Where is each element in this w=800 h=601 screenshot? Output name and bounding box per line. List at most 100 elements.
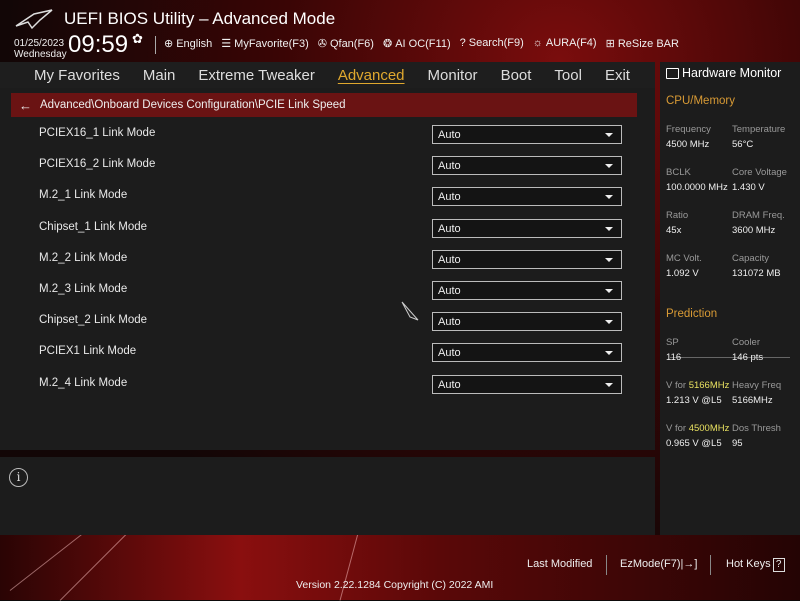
label: SP (666, 337, 679, 348)
tab-advanced[interactable]: Advanced (338, 67, 405, 84)
value: 5166MHz (732, 395, 773, 406)
dropdown-value: Auto (438, 285, 461, 297)
gear-icon[interactable]: ✿ (132, 31, 143, 47)
chevron-down-icon (605, 133, 613, 137)
label: Capacity (732, 253, 769, 264)
setting-label: M.2_1 Link Mode (39, 189, 128, 202)
hw-stat: Core Voltage 1.430 V (732, 165, 787, 195)
setting-dropdown[interactable]: Auto (432, 249, 622, 269)
toolbar: ⊕ English ☰ MyFavorite(F3) ✇ Qfan(F6) ❂ AI OC(F… (164, 37, 679, 50)
breadcrumb[interactable]: ← Advanced\Onboard Devices Configuration\… (11, 93, 637, 117)
settings-panel: ← Advanced\Onboard Devices Configuration\… (0, 88, 655, 450)
toolbar-item-myfavorite-f3-[interactable]: ☰ MyFavorite(F3) (221, 37, 308, 50)
value: 4500 MHz (666, 139, 710, 150)
toolbar-item-qfan-f6-[interactable]: ✇ Qfan(F6) (318, 37, 374, 50)
chevron-down-icon (605, 351, 613, 356)
dropdown-value: Auto (438, 129, 461, 141)
value: 56°C (732, 139, 754, 150)
setting-label: Chipset_1 Link Mode (39, 220, 148, 233)
help-icon: ? (772, 558, 785, 572)
label: Heavy Freq (732, 380, 782, 391)
pred-cooler: Cooler 146 pts (732, 335, 763, 365)
divider (606, 555, 607, 575)
toolbar-item-aura-f4-[interactable]: ☼ AURA(F4) (533, 37, 597, 50)
label: Dos Thresh (732, 423, 781, 434)
hw-title-text: Hardware Monitor (682, 66, 782, 80)
tab-tool[interactable]: Tool (554, 67, 582, 84)
toolbar-item-english[interactable]: ⊕ English (164, 37, 212, 50)
setting-dropdown[interactable]: Auto (432, 218, 622, 238)
tab-boot[interactable]: Boot (501, 67, 532, 84)
hw-stat: Capacity 131072 MB (732, 251, 781, 281)
chevron-down-icon (605, 257, 613, 262)
clock[interactable]: 09:59 (68, 31, 128, 59)
last-modified-button[interactable]: Last Modified (527, 558, 592, 570)
value: 95 (732, 438, 743, 449)
aura-icon: ☼ (532, 37, 543, 49)
dropdown-value: Auto (438, 347, 461, 360)
pred-v1: V for 5166MHz 1.213 V @L5 (666, 378, 729, 408)
setting-row: M.2_1 Link Mode Auto (39, 187, 629, 207)
toolbar-label: Qfan(F6) (329, 38, 374, 50)
hw-stat: DRAM Freq. 3600 MHz (732, 208, 785, 238)
toolbar-item-search-f9-[interactable]: ? Search(F9) (460, 37, 524, 50)
setting-dropdown[interactable]: Auto (432, 156, 622, 176)
dropdown-value: Auto (438, 253, 461, 266)
dropdown-value: Auto (438, 378, 461, 391)
setting-dropdown[interactable]: Auto (432, 281, 622, 300)
info-icon: i (9, 468, 28, 487)
value: 0.965 V @L5 (666, 438, 722, 449)
setting-dropdown[interactable]: Auto (432, 125, 622, 144)
ezmode-button[interactable]: EzMode(F7)|→] (620, 558, 697, 570)
tab-exit[interactable]: Exit (605, 67, 630, 84)
tab-extreme-tweaker[interactable]: Extreme Tweaker (198, 67, 314, 84)
hotkeys-button[interactable]: Hot Keys? (726, 558, 785, 572)
tab-my-favorites[interactable]: My Favorites (34, 67, 120, 84)
date: 01/25/2023 (14, 38, 65, 49)
header: UEFI BIOS Utility – Advanced Mode 01/25/… (0, 0, 800, 60)
chevron-down-icon (605, 289, 613, 293)
chevron-down-icon (605, 226, 613, 231)
value: 146 pts (732, 352, 764, 363)
hw-stat: BCLK 100.0000 MHz (666, 165, 728, 195)
setting-dropdown[interactable]: Auto (432, 187, 622, 207)
toolbar-item-ai-oc-f11-[interactable]: ❂ AI OC(F11) (383, 37, 451, 50)
setting-label: PCIEX16_2 Link Mode (39, 158, 156, 171)
tab-monitor[interactable]: Monitor (428, 67, 478, 84)
value: 116 (666, 352, 682, 363)
toolbar-label: English (176, 38, 213, 50)
setting-label: PCIEX16_1 Link Mode (39, 127, 156, 139)
setting-label: M.2_2 Link Mode (39, 251, 128, 264)
rog-logo-icon (15, 9, 53, 30)
value: 100.0000 MHz (666, 182, 728, 193)
pred-heavy: Heavy Freq 5166MHz (732, 378, 781, 408)
freq: 5166MHz (688, 380, 730, 391)
hardware-monitor-title: Hardware Monitor (666, 66, 781, 80)
dropdown-value: Auto (438, 160, 461, 173)
breadcrumb-path: Advanced\Onboard Devices Configuration\P… (40, 99, 346, 111)
toolbar-item-resize-bar[interactable]: ⊞ ReSize BAR (606, 37, 679, 50)
label: Frequency (666, 124, 711, 135)
fan-icon: ✇ (317, 38, 327, 50)
setting-label: Chipset_2 Link Mode (39, 314, 148, 327)
label: Cooler (732, 337, 760, 348)
toolbar-label: AI OC(F11) (395, 38, 451, 50)
ai-oc-icon: ❂ (382, 38, 393, 50)
label: Ratio (666, 210, 689, 221)
chevron-down-icon (605, 382, 613, 387)
hw-stat: Ratio 45x (666, 208, 688, 238)
search-icon: ? (459, 37, 466, 49)
dropdown-value: Auto (438, 316, 461, 329)
tab-main[interactable]: Main (143, 67, 176, 84)
setting-dropdown[interactable]: Auto (432, 312, 622, 332)
resize-bar-icon: ⊞ (605, 38, 615, 50)
version-text: Version 2.22.1284 Copyright (C) 2022 AMI (296, 579, 494, 591)
back-arrow-icon[interactable]: ← (19, 98, 32, 113)
setting-dropdown[interactable]: Auto (432, 343, 622, 363)
dropdown-value: Auto (438, 222, 461, 235)
weekday: Wednesday (14, 49, 67, 60)
dropdown-value: Auto (438, 191, 461, 204)
setting-dropdown[interactable]: Auto (432, 374, 622, 394)
toolbar-label: AURA(F4) (545, 37, 597, 49)
hw-stat: Frequency 4500 MHz (666, 122, 711, 152)
